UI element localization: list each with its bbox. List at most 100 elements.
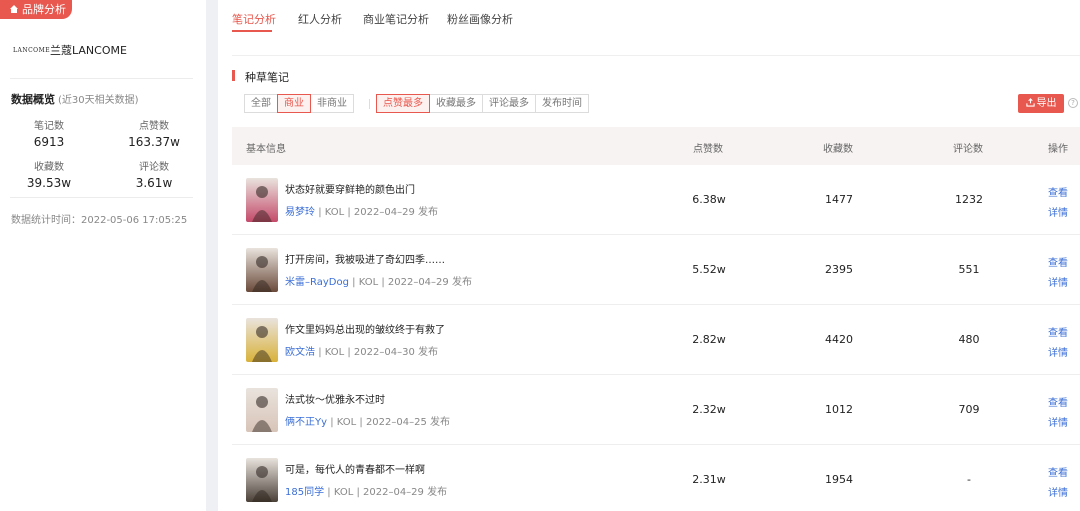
comments-value: 709	[958, 403, 980, 416]
note-meta: 易梦玲 | KOL | 2022–04–29 发布	[285, 203, 438, 218]
export-button[interactable]: 导出	[1018, 94, 1064, 113]
favorites-value: 4420	[825, 333, 853, 346]
filter-non-commercial[interactable]: 非商业	[310, 94, 354, 113]
brand-sidebar: 品牌分析 LANCOME 兰蔻LANCOME 数据概览 (近30天相关数据) 笔记…	[0, 0, 206, 511]
view-link[interactable]: 查看	[1048, 254, 1068, 269]
stat-likes: 点赞数 163.37w	[128, 121, 180, 149]
likes-value: 6.38w	[692, 193, 726, 206]
author-link[interactable]: 欧文浩	[285, 347, 315, 358]
view-link[interactable]: 查看	[1048, 394, 1068, 409]
note-thumbnail[interactable]	[246, 318, 278, 362]
help-icon[interactable]: ?	[1068, 98, 1078, 108]
divider	[10, 197, 193, 198]
note-meta-text: | KOL | 2022–04–29 发布	[327, 487, 448, 498]
table-row: 打开房间，我被吸进了奇幻四季…… 米雷–RayDog | KOL | 2022–0…	[232, 235, 1080, 305]
overview-title: 数据概览 (近30天相关数据)	[11, 93, 139, 106]
note-title[interactable]: 可是，每代人的青春都不一样啊	[285, 461, 425, 476]
header-favorites[interactable]: 收藏数	[823, 140, 853, 155]
likes-value: 2.31w	[692, 473, 726, 486]
table-row: 法式妆～优雅永不过时俩不正Yy | KOL | 2022–04–25 发布 2.3…	[232, 375, 1080, 445]
author-link[interactable]: 俩不正Yy	[285, 417, 327, 428]
note-title[interactable]: 作文里妈妈总出现的皱纹终于有救了	[285, 321, 445, 336]
note-meta: 185同学 | KOL | 2022–04–29 发布	[285, 483, 447, 498]
likes-value: 2.32w	[692, 403, 726, 416]
comments-value: 480	[958, 333, 980, 346]
view-link[interactable]: 查看	[1048, 324, 1068, 339]
brand-name: 兰蔻LANCOME	[50, 44, 127, 57]
sort-most-comments[interactable]: 评论最多	[482, 94, 536, 113]
note-thumbnail[interactable]	[246, 458, 278, 502]
filter-commercial[interactable]: 商业	[277, 94, 311, 113]
brand-logo: LANCOME	[13, 46, 51, 54]
favorites-value: 2395	[825, 263, 853, 276]
table-row: 作文里妈妈总出现的皱纹终于有救了 欧文浩 | KOL | 2022–04–30 发…	[232, 305, 1080, 375]
note-meta-text: | KOL | 2022–04–25 发布	[330, 417, 451, 428]
table-header: 基本信息 点赞数 收藏数 评论数 操作	[232, 127, 1080, 165]
brand-analysis-tag[interactable]: 品牌分析	[0, 0, 72, 19]
detail-link[interactable]: 详情	[1048, 484, 1068, 499]
view-link[interactable]: 查看	[1048, 464, 1068, 479]
active-tab-indicator	[232, 30, 272, 32]
note-meta: 米雷–RayDog | KOL | 2022–04–29 发布	[285, 273, 472, 288]
note-title[interactable]: 状态好就要穿鲜艳的颜色出门	[285, 181, 415, 196]
brand-row: LANCOME 兰蔻LANCOME	[13, 42, 127, 58]
divider	[10, 78, 193, 79]
main-panel: 笔记分析 红人分析 商业笔记分析 粉丝画像分析 种草笔记 全部 商业 非商业 点…	[218, 0, 1080, 511]
note-meta: 欧文浩 | KOL | 2022–04–30 发布	[285, 343, 438, 358]
header-actions: 操作	[1048, 144, 1068, 155]
stat-favorites: 收藏数 39.53w	[26, 162, 72, 190]
tab-kol-analysis[interactable]: 红人分析	[298, 11, 342, 27]
tab-commercial-note-analysis[interactable]: 商业笔记分析	[363, 11, 429, 27]
tab-bar: 笔记分析 红人分析 商业笔记分析 粉丝画像分析	[218, 0, 1080, 36]
note-meta: 俩不正Yy | KOL | 2022–04–25 发布	[285, 413, 450, 428]
author-link[interactable]: 易梦玲	[285, 207, 315, 218]
filter-all[interactable]: 全部	[244, 94, 278, 113]
note-title[interactable]: 打开房间，我被吸进了奇幻四季……	[285, 251, 445, 266]
person-image-icon	[252, 466, 272, 502]
brand-tag-label: 品牌分析	[22, 3, 66, 16]
person-image-icon	[252, 256, 272, 292]
author-link[interactable]: 米雷–RayDog	[285, 277, 349, 288]
note-thumbnail[interactable]	[246, 248, 278, 292]
table-row: 可是，每代人的青春都不一样啊 185同学 | KOL | 2022–04–29 发…	[232, 445, 1080, 511]
notes-card: 种草笔记 全部 商业 非商业 点赞最多 收藏最多 评论最多 发布时间 导出 ? …	[232, 55, 1080, 511]
table-row: 状态好就要穿鲜艳的颜色出门易梦玲 | KOL | 2022–04–29 发布 6.…	[232, 165, 1080, 235]
note-thumbnail[interactable]	[246, 388, 278, 432]
sort-most-favorites[interactable]: 收藏最多	[429, 94, 483, 113]
comments-value: 1232	[955, 193, 983, 206]
header-likes[interactable]: 点赞数	[693, 140, 723, 155]
note-meta-text: | KOL | 2022–04–29 发布	[352, 277, 472, 288]
note-meta-text: | KOL | 2022–04–29 发布	[318, 207, 438, 218]
export-icon	[1025, 98, 1035, 107]
stat-notes: 笔记数 6913	[33, 121, 65, 149]
home-icon	[10, 5, 18, 13]
favorites-value: 1954	[825, 473, 853, 486]
section-marker	[232, 70, 235, 81]
note-thumbnail[interactable]	[246, 178, 278, 222]
likes-value: 2.82w	[692, 333, 726, 346]
note-meta-text: | KOL | 2022–04–30 发布	[318, 347, 438, 358]
detail-link[interactable]: 详情	[1048, 204, 1068, 219]
detail-link[interactable]: 详情	[1048, 344, 1068, 359]
filter-separator	[369, 99, 370, 109]
section-title: 种草笔记	[245, 71, 289, 84]
person-image-icon	[252, 326, 272, 362]
tab-note-analysis[interactable]: 笔记分析	[232, 11, 276, 27]
comments-value: -	[967, 473, 971, 486]
detail-link[interactable]: 详情	[1048, 414, 1068, 429]
tab-fan-profile-analysis[interactable]: 粉丝画像分析	[447, 11, 513, 27]
view-link[interactable]: 查看	[1048, 184, 1068, 199]
likes-value: 5.52w	[692, 263, 726, 276]
person-image-icon	[252, 396, 272, 432]
header-comments[interactable]: 评论数	[953, 140, 983, 155]
sort-publish-time[interactable]: 发布时间	[535, 94, 589, 113]
header-basic-info: 基本信息	[246, 144, 286, 155]
sort-filter: 点赞最多 收藏最多 评论最多 发布时间	[376, 94, 589, 113]
detail-link[interactable]: 详情	[1048, 274, 1068, 289]
author-link[interactable]: 185同学	[285, 487, 324, 498]
note-title[interactable]: 法式妆～优雅永不过时	[285, 391, 385, 406]
favorites-value: 1477	[825, 193, 853, 206]
sort-most-likes[interactable]: 点赞最多	[376, 94, 430, 113]
person-image-icon	[252, 186, 272, 222]
favorites-value: 1012	[825, 403, 853, 416]
